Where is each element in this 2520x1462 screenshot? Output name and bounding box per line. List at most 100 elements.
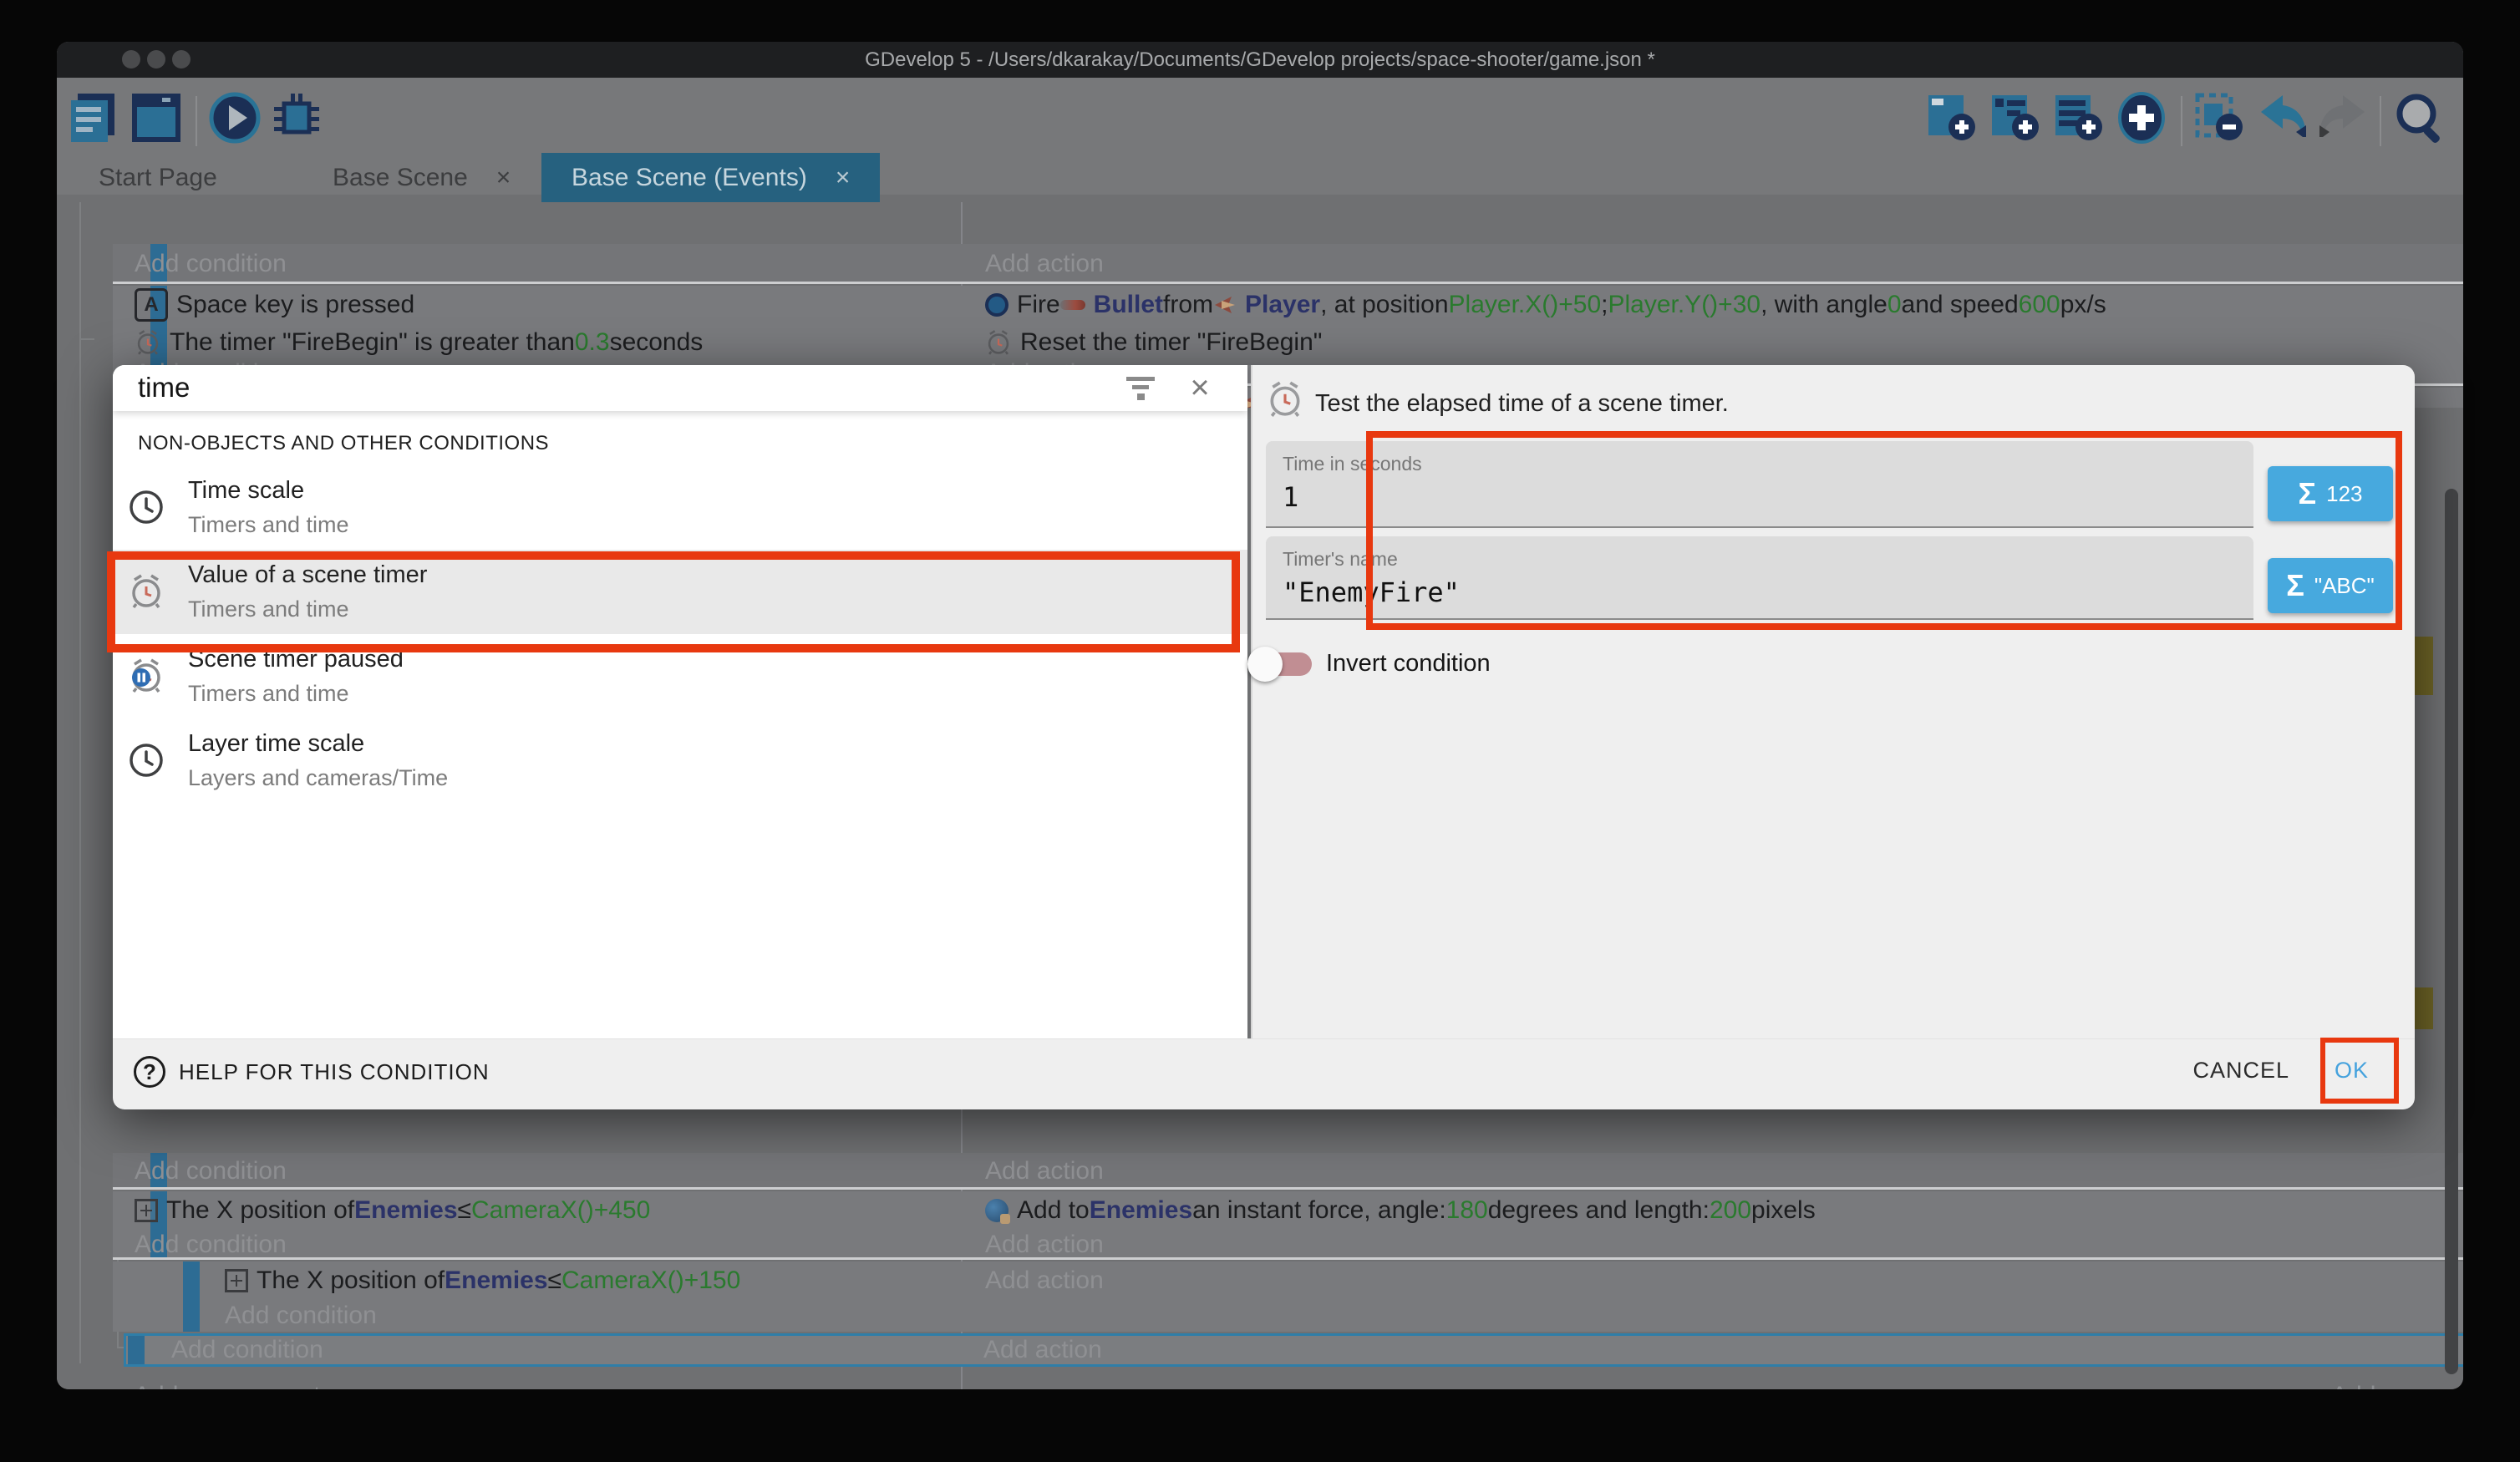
event-row[interactable]: Add conditionAdd action (113, 244, 2463, 284)
condition-list-item[interactable]: Layer time scale Layers and cameras/Time (113, 718, 1247, 803)
tab-close-icon[interactable]: × (836, 164, 851, 192)
instruction-text[interactable]: The X position of Enemies ≤ CameraX()+15… (203, 1261, 961, 1300)
keyboard-key-icon: A (135, 288, 168, 322)
instruction-text[interactable]: The X position of Enemies ≤ CameraX()+45… (113, 1191, 961, 1230)
add-instruction-link[interactable]: Add action (963, 244, 2463, 284)
add-circle-icon[interactable] (2116, 92, 2167, 144)
conditions-cell: Add condition (113, 244, 961, 284)
window-title: GDevelop 5 - /Users/dkarakay/Documents/G… (57, 42, 2463, 78)
add-new-event-link[interactable]: Add a new event (134, 1382, 321, 1389)
instruction-text[interactable]: Add to Enemies an instant force, angle: … (963, 1191, 2463, 1230)
delete-event-icon[interactable] (2192, 92, 2244, 144)
add-instruction-link[interactable]: Add condition (113, 1230, 961, 1260)
section-header: NON-OBJECTS AND OTHER CONDITIONS (138, 432, 549, 455)
toolbar-separator (196, 96, 197, 146)
add-more-link[interactable]: Add... (2331, 1382, 2396, 1389)
condition-title: Time scale (188, 477, 304, 505)
scrollbar-thumb[interactable] (2445, 489, 2458, 1374)
add-instruction-link[interactable]: Add action (963, 1261, 2463, 1300)
play-icon[interactable] (209, 92, 261, 144)
annotation-rect-selected-condition (107, 551, 1240, 652)
tab-bar: Start PageBase Scene×Base Scene (Events)… (57, 153, 2463, 202)
add-instruction-link[interactable]: Add action (963, 1153, 2463, 1190)
titlebar: GDevelop 5 - /Users/dkarakay/Documents/G… (57, 42, 2463, 78)
timer-icon (985, 329, 1012, 356)
condition-list-panel: time × NON-OBJECTS AND OTHER CONDITIONS … (113, 365, 1247, 1038)
fire-bullet-icon (985, 293, 1009, 317)
help-button[interactable]: ? HELP FOR THIS CONDITION (134, 1056, 490, 1088)
tab-close-icon[interactable]: × (496, 164, 511, 192)
event-handle-bar[interactable] (128, 1336, 145, 1364)
add-subevent-icon[interactable] (1989, 92, 2040, 144)
actions-cell: Add action (963, 1261, 2463, 1332)
add-instruction-link[interactable]: Add condition (203, 1300, 961, 1332)
add-comment-icon[interactable] (2052, 92, 2104, 144)
close-icon[interactable]: × (1186, 373, 1214, 402)
actions-cell: Add to Enemies an instant force, angle: … (963, 1191, 2463, 1260)
condition-group: Layers and cameras/Time (188, 765, 448, 791)
add-event-icon[interactable] (1925, 92, 1977, 144)
condition-list-item[interactable]: Time scale Timers and time (113, 465, 1247, 550)
screenshot-root: GDevelop 5 - /Users/dkarakay/Documents/G… (0, 0, 2520, 1462)
event-tree-line (79, 202, 81, 1363)
timer-icon (135, 329, 161, 356)
selected-empty-event[interactable]: Add condition Add action (124, 1333, 2463, 1367)
annotation-rect-ok-button (2320, 1038, 2399, 1104)
instruction-text[interactable]: ASpace key is pressed (113, 286, 961, 324)
instruction-text[interactable]: The timer "FireBegin" is greater than 0.… (113, 324, 961, 361)
redo-icon[interactable] (2316, 92, 2371, 144)
search-bar: time × (113, 365, 1247, 411)
player-object-icon (1213, 293, 1237, 317)
field-value[interactable]: 1 (1283, 481, 1298, 513)
filter-icon[interactable] (1125, 377, 1156, 402)
add-instruction-link[interactable]: Add condition (113, 1153, 961, 1190)
event-tree-line (79, 338, 94, 340)
alarm-pause-icon (128, 657, 165, 694)
position-icon (225, 1269, 248, 1292)
instruction-text[interactable]: Reset the timer "FireBegin" (963, 324, 2463, 361)
bullet-object-icon (1060, 300, 1085, 310)
debug-icon[interactable] (271, 92, 323, 144)
undo-icon[interactable] (2254, 92, 2309, 144)
tab-base-scene[interactable]: Base Scene × (307, 153, 536, 202)
add-action-link[interactable]: Add action (962, 1336, 1102, 1364)
actions-cell: Add action (963, 1153, 2463, 1190)
instruction-text[interactable]: Fire Bullet from Player, at position Pla… (963, 286, 2463, 324)
cancel-button[interactable]: CANCEL (2192, 1058, 2289, 1084)
force-icon (985, 1199, 1009, 1222)
condition-group: Timers and time (188, 681, 349, 707)
help-icon: ? (134, 1056, 165, 1088)
event-handle-bar[interactable] (183, 1261, 200, 1332)
conditions-cell: The X position of Enemies ≤ CameraX()+15… (203, 1261, 961, 1332)
tab-label: Base Scene (Events) (572, 164, 807, 192)
project-manager-icon[interactable] (69, 92, 119, 144)
add-condition-link[interactable]: Add condition (150, 1336, 323, 1364)
add-instruction-link[interactable]: Add action (963, 1230, 2463, 1260)
actions-cell: Add action (963, 244, 2463, 284)
invert-condition-toggle-knob[interactable] (1247, 647, 1283, 682)
position-icon (135, 1199, 158, 1222)
dialog-footer: ? HELP FOR THIS CONDITION CANCEL OK (113, 1038, 2415, 1109)
scene-editor-icon[interactable] (130, 92, 182, 144)
tab-label: Start Page (99, 164, 217, 192)
clock-icon (128, 489, 165, 525)
event-row[interactable]: The X position of Enemies ≤ CameraX()+15… (113, 1261, 2463, 1332)
invert-condition-label: Invert condition (1326, 650, 1491, 678)
search-icon[interactable] (2393, 92, 2448, 147)
condition-group: Timers and time (188, 512, 349, 538)
tab-base-scene-events-[interactable]: Base Scene (Events) × (541, 153, 880, 202)
alarm-clock-icon (1266, 380, 1304, 419)
event-row[interactable]: The X position of Enemies ≤ CameraX()+45… (113, 1191, 2463, 1260)
conditions-cell: Add condition (113, 1153, 961, 1190)
clock-icon (128, 742, 165, 779)
tab-start-page[interactable]: Start Page (74, 153, 242, 202)
toolbar-separator (2380, 96, 2381, 146)
event-row[interactable]: Add conditionAdd action (113, 1153, 2463, 1190)
search-input[interactable]: time (138, 372, 190, 404)
add-instruction-link[interactable]: Add condition (113, 244, 961, 284)
condition-description: Test the elapsed time of a scene timer. (1315, 390, 1729, 418)
condition-title: Layer time scale (188, 730, 364, 758)
toolbar-separator (2181, 96, 2182, 146)
tab-label: Base Scene (333, 164, 468, 192)
annotation-rect-parameter-fields (1366, 431, 2402, 630)
